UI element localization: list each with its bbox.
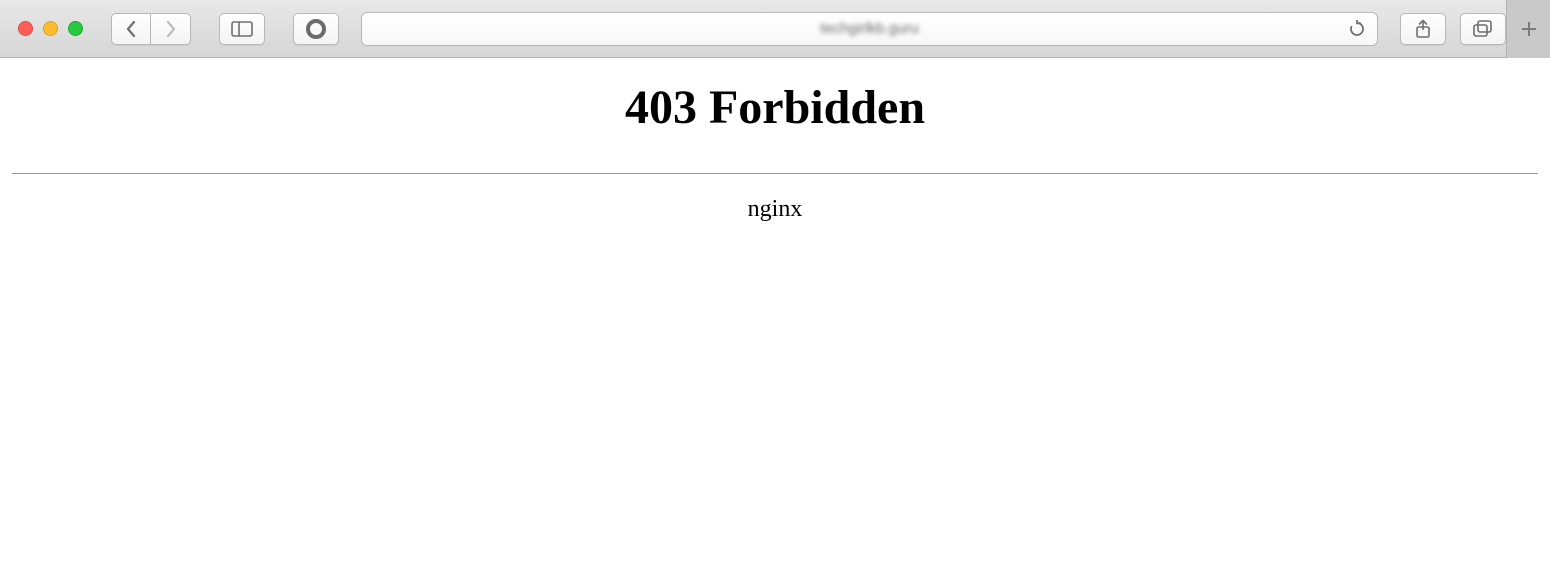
browser-toolbar: techgirlkb.guru [0,0,1550,58]
share-button[interactable] [1400,13,1446,45]
page-content: 403 Forbidden nginx [0,58,1550,564]
site-settings-button[interactable] [293,13,339,45]
divider [12,173,1538,174]
share-icon [1414,19,1432,39]
plus-icon [1520,20,1538,38]
sidebar-button[interactable] [219,13,265,45]
zoom-window-button[interactable] [68,21,83,36]
error-heading: 403 Forbidden [0,80,1550,135]
close-window-button[interactable] [18,21,33,36]
server-name: nginx [0,196,1550,223]
toolbar-right [1400,13,1506,45]
new-tab-button[interactable] [1506,0,1550,58]
chevron-right-icon [165,20,177,38]
forward-button[interactable] [151,13,191,45]
address-bar[interactable]: techgirlkb.guru [361,12,1378,46]
address-bar-url: techgirlkb.guru [362,20,1377,37]
minimize-window-button[interactable] [43,21,58,36]
chevron-left-icon [125,20,137,38]
circle-icon [305,18,327,40]
back-button[interactable] [111,13,151,45]
tabs-button[interactable] [1460,13,1506,45]
sidebar-icon [231,21,253,37]
window-controls [18,21,83,36]
tabs-icon [1473,20,1493,38]
nav-back-forward [111,13,191,45]
